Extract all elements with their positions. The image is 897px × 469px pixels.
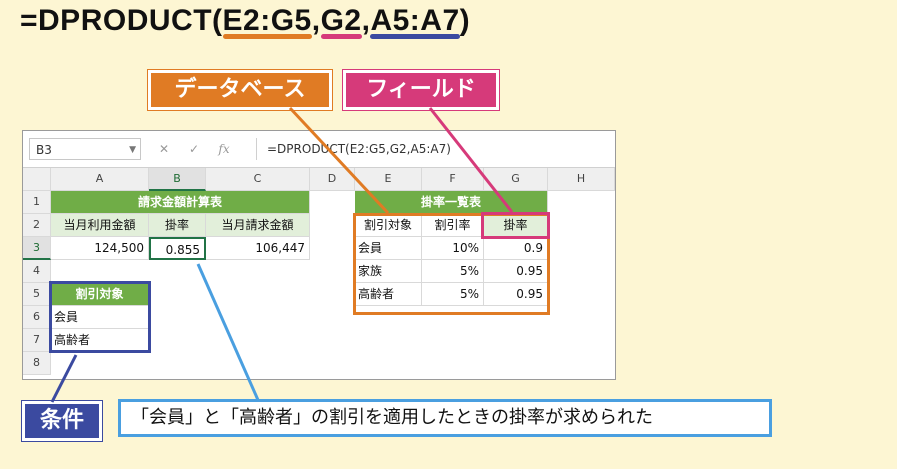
- database-connector: [288, 106, 390, 215]
- field-connector: [428, 107, 514, 213]
- criteria-connector: [50, 354, 78, 403]
- result-callout: 「会員」と「高齢者」の割引を適用したときの掛率が求められた: [118, 399, 772, 437]
- result-connector: [196, 263, 260, 401]
